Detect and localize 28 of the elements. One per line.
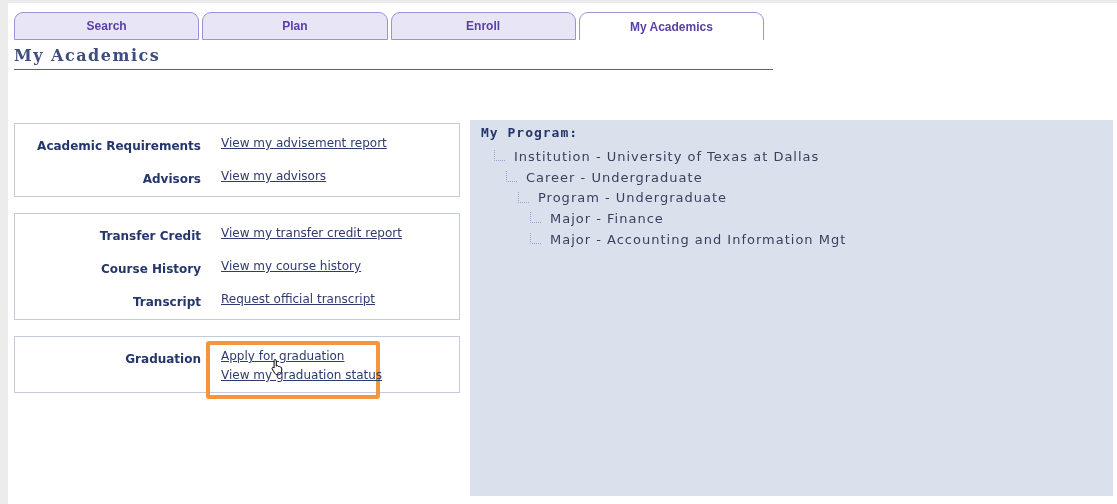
panel-title: My Program: (481, 125, 580, 140)
tab[interactable]: Enroll (390, 12, 576, 40)
tree-node-label: Major - Accounting and Information Mgt (550, 231, 847, 247)
tree-node-label: Institution - University of Texas at Dallas (514, 148, 820, 164)
tab[interactable]: Search (14, 12, 200, 40)
row-label: Course History (100, 261, 201, 276)
link[interactable]: View my transfer credit report (221, 226, 402, 240)
tree-branch-icon (529, 212, 542, 225)
tree-branch-icon (529, 233, 542, 246)
link[interactable]: View my advisors (221, 169, 327, 183)
tree-branch-icon (493, 150, 506, 163)
row-label: Transfer Credit (98, 228, 201, 243)
tab[interactable]: My Academics (578, 12, 764, 40)
link[interactable]: View my advisement report (221, 136, 387, 150)
link[interactable]: Apply for graduation (221, 349, 383, 363)
page-title: My Academics (14, 40, 773, 70)
tab[interactable]: Plan (202, 12, 388, 40)
row-label: Transcript (131, 294, 201, 309)
tree-branch-icon (517, 191, 530, 204)
link[interactable]: Request official transcript (221, 292, 375, 306)
tree-node-label: Program - Undergraduate (538, 190, 728, 206)
tree-node-label: Career - Undergraduate (526, 169, 703, 185)
link[interactable]: View my course history (221, 259, 362, 273)
row-label: Graduation (124, 351, 201, 366)
tree-branch-icon (505, 171, 518, 184)
tree-node-label: Major - Finance (550, 210, 664, 226)
row-label: Academic Requirements (36, 138, 201, 153)
row-label: Advisors (141, 171, 201, 186)
